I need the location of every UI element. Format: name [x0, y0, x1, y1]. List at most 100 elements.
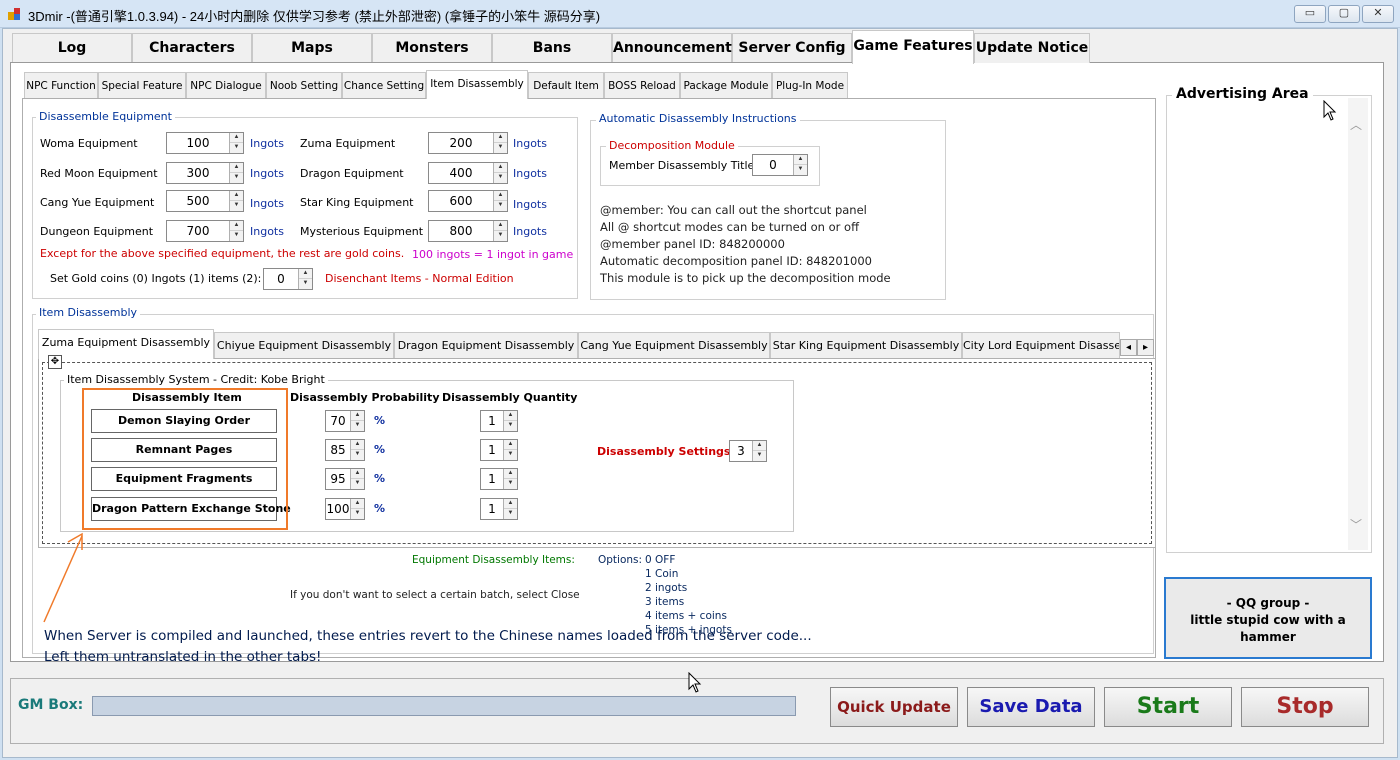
stop-button[interactable]: Stop — [1241, 687, 1369, 727]
equip-label: Red Moon Equipment — [40, 167, 158, 180]
equip-value-spinner[interactable]: 400 ▲ ▼ — [428, 162, 508, 184]
subtab-plugin-mode[interactable]: Plug-In Mode — [772, 72, 848, 98]
tab-scroll-left-button[interactable]: ◂ — [1120, 339, 1137, 356]
probability-spinner[interactable]: 100 ▲ ▼ — [325, 498, 365, 520]
tab-update-notice[interactable]: Update Notice — [974, 33, 1090, 63]
ingot-note: 100 ingots = 1 ingot in game — [412, 248, 574, 261]
subtab-item-disassembly[interactable]: Item Disassembly — [426, 70, 528, 99]
subtab-npc-dialogue[interactable]: NPC Dialogue — [186, 72, 266, 98]
quantity-spinner[interactable]: 1 ▲ ▼ — [480, 498, 518, 520]
tab-log[interactable]: Log — [12, 33, 132, 63]
inner-tab-zuma[interactable]: Zuma Equipment Disassembly — [38, 329, 214, 359]
options-list: 0 OFF 1 Coin 2 ingots 3 items 4 items + … — [645, 553, 732, 637]
minimize-button[interactable]: ▭ — [1294, 5, 1326, 23]
equip-value-spinner[interactable]: 100 ▲ ▼ — [166, 132, 244, 154]
start-button[interactable]: Start — [1104, 687, 1232, 727]
subtab-chance-setting[interactable]: Chance Setting — [342, 72, 426, 98]
equip-value-spinner[interactable]: 200 ▲ ▼ — [428, 132, 508, 154]
equip-value-spinner[interactable]: 800 ▲ ▼ — [428, 220, 508, 242]
quantity-spinner[interactable]: 1 ▲ ▼ — [480, 439, 518, 461]
save-data-button[interactable]: Save Data — [967, 687, 1095, 727]
instruction-line: @member panel ID: 848200000 — [600, 237, 785, 251]
set-currency-label: Set Gold coins (0) Ingots (1) items (2): — [50, 272, 262, 285]
quantity-spinner[interactable]: 1 ▲ ▼ — [480, 410, 518, 432]
equip-label: Dungeon Equipment — [40, 225, 154, 238]
equip-value-spinner[interactable]: 500 ▲ ▼ — [166, 190, 244, 212]
annotation-line: Left them untranslated in the other tabs… — [44, 649, 322, 665]
inner-tab-chiyue[interactable]: Chiyue Equipment Disassembly — [214, 332, 394, 358]
percent-label: % — [374, 502, 386, 515]
subtab-special-feature[interactable]: Special Feature — [98, 72, 186, 98]
settings-spinner[interactable]: 3 ▲ ▼ — [729, 440, 767, 462]
inner-tab-star-king[interactable]: Star King Equipment Disassembly — [770, 332, 962, 358]
option-item: 4 items + coins — [645, 610, 727, 622]
option-item: 2 ingots — [645, 582, 688, 594]
advertising-title: Advertising Area — [1172, 86, 1313, 102]
subtab-package-module[interactable]: Package Module — [680, 72, 772, 98]
ingots-label: Ingots — [250, 167, 284, 180]
percent-label: % — [374, 472, 386, 485]
tab-monsters[interactable]: Monsters — [372, 33, 492, 63]
instruction-line: All @ shortcut modes can be turned on or… — [600, 220, 860, 234]
inner-tab-dragon[interactable]: Dragon Equipment Disassembly — [394, 332, 578, 358]
percent-label: % — [374, 443, 386, 456]
equip-value-spinner[interactable]: 600 ▲ ▼ — [428, 190, 508, 212]
subtab-noob-setting[interactable]: Noob Setting — [266, 72, 342, 98]
quick-update-button[interactable]: Quick Update — [830, 687, 958, 727]
tab-maps[interactable]: Maps — [252, 33, 372, 63]
maximize-button[interactable]: ▢ — [1328, 5, 1360, 23]
qq-group-name: little stupid cow with a hammer — [1190, 613, 1346, 644]
set-currency-spinner[interactable]: 0 ▲ ▼ — [263, 268, 313, 290]
member-title-spinner[interactable]: 0 ▲ ▼ — [752, 154, 808, 176]
option-item: 0 OFF — [645, 554, 676, 566]
option-item: 3 items — [645, 596, 685, 608]
equip-label: Cang Yue Equipment — [40, 196, 155, 209]
item-disassembly-title: Item Disassembly — [36, 306, 141, 319]
equip-value-spinner[interactable]: 300 ▲ ▼ — [166, 162, 244, 184]
inner-tab-cang-yue[interactable]: Cang Yue Equipment Disassembly — [578, 332, 770, 358]
instruction-line: @member: You can call out the shortcut p… — [600, 203, 867, 217]
move-handle-icon[interactable]: ✥ — [48, 355, 62, 369]
tab-bans[interactable]: Bans — [492, 33, 612, 63]
ad-scrollbar[interactable] — [1348, 98, 1368, 550]
highlight-box — [82, 388, 288, 530]
ingots-label: Ingots — [250, 137, 284, 150]
annotation-arrow-icon — [43, 532, 83, 623]
col-prob-header: Disassembly Probability — [290, 391, 440, 404]
disassemble-equipment-title: Disassemble Equipment — [36, 110, 175, 123]
decomposition-module-title: Decomposition Module — [606, 139, 738, 152]
equip-label: Dragon Equipment — [300, 167, 404, 180]
equip-label: Star King Equipment — [300, 196, 414, 209]
tab-announcements[interactable]: Announcements — [612, 33, 740, 63]
subtab-default-item[interactable]: Default Item — [528, 72, 604, 98]
gm-box-input[interactable] — [92, 696, 796, 716]
gm-box-label: GM Box: — [18, 697, 84, 713]
tab-scroll-right-button[interactable]: ▸ — [1137, 339, 1154, 356]
mouse-cursor-icon — [1323, 100, 1337, 121]
probability-spinner[interactable]: 95 ▲ ▼ — [325, 468, 365, 490]
annotation-text: When Server is compiled and launched, th… — [44, 626, 812, 668]
item-system-title: Item Disassembly System - Credit: Kobe B… — [64, 373, 328, 386]
inner-tab-city-lord[interactable]: City Lord Equipment Disasse — [962, 332, 1120, 358]
tab-server-config[interactable]: Server Config — [732, 33, 852, 63]
settings-label: Disassembly Settings: — [597, 445, 735, 458]
quantity-spinner[interactable]: 1 ▲ ▼ — [480, 468, 518, 490]
tab-game-features[interactable]: Game Features — [852, 30, 974, 64]
disenchant-note: Disenchant Items - Normal Edition — [325, 272, 514, 285]
subtab-npc-function[interactable]: NPC Function — [24, 72, 98, 98]
close-button[interactable]: ✕ — [1362, 5, 1394, 23]
window-title: 3Dmir -(普通引擎1.0.3.94) - 24小时内删除 仅供学习参考 (… — [28, 9, 601, 24]
qq-group-box[interactable]: - QQ group - little stupid cow with a ha… — [1164, 577, 1372, 659]
probability-spinner[interactable]: 85 ▲ ▼ — [325, 439, 365, 461]
subtab-boss-reload[interactable]: BOSS Reload — [604, 72, 680, 98]
scroll-up-icon[interactable]: ︿ — [1350, 116, 1362, 133]
scroll-down-icon[interactable]: ﹀ — [1350, 516, 1362, 533]
instruction-line: This module is to pick up the decomposit… — [600, 271, 891, 285]
equip-items-label: Equipment Disassembly Items: — [412, 554, 575, 566]
tab-characters[interactable]: Characters — [132, 33, 252, 63]
ingots-label: Ingots — [250, 197, 284, 210]
member-title-label: Member Disassembly Title — [609, 159, 755, 172]
qq-group-title: - QQ group - — [1226, 596, 1310, 610]
probability-spinner[interactable]: 70 ▲ ▼ — [325, 410, 365, 432]
equip-value-spinner[interactable]: 700 ▲ ▼ — [166, 220, 244, 242]
